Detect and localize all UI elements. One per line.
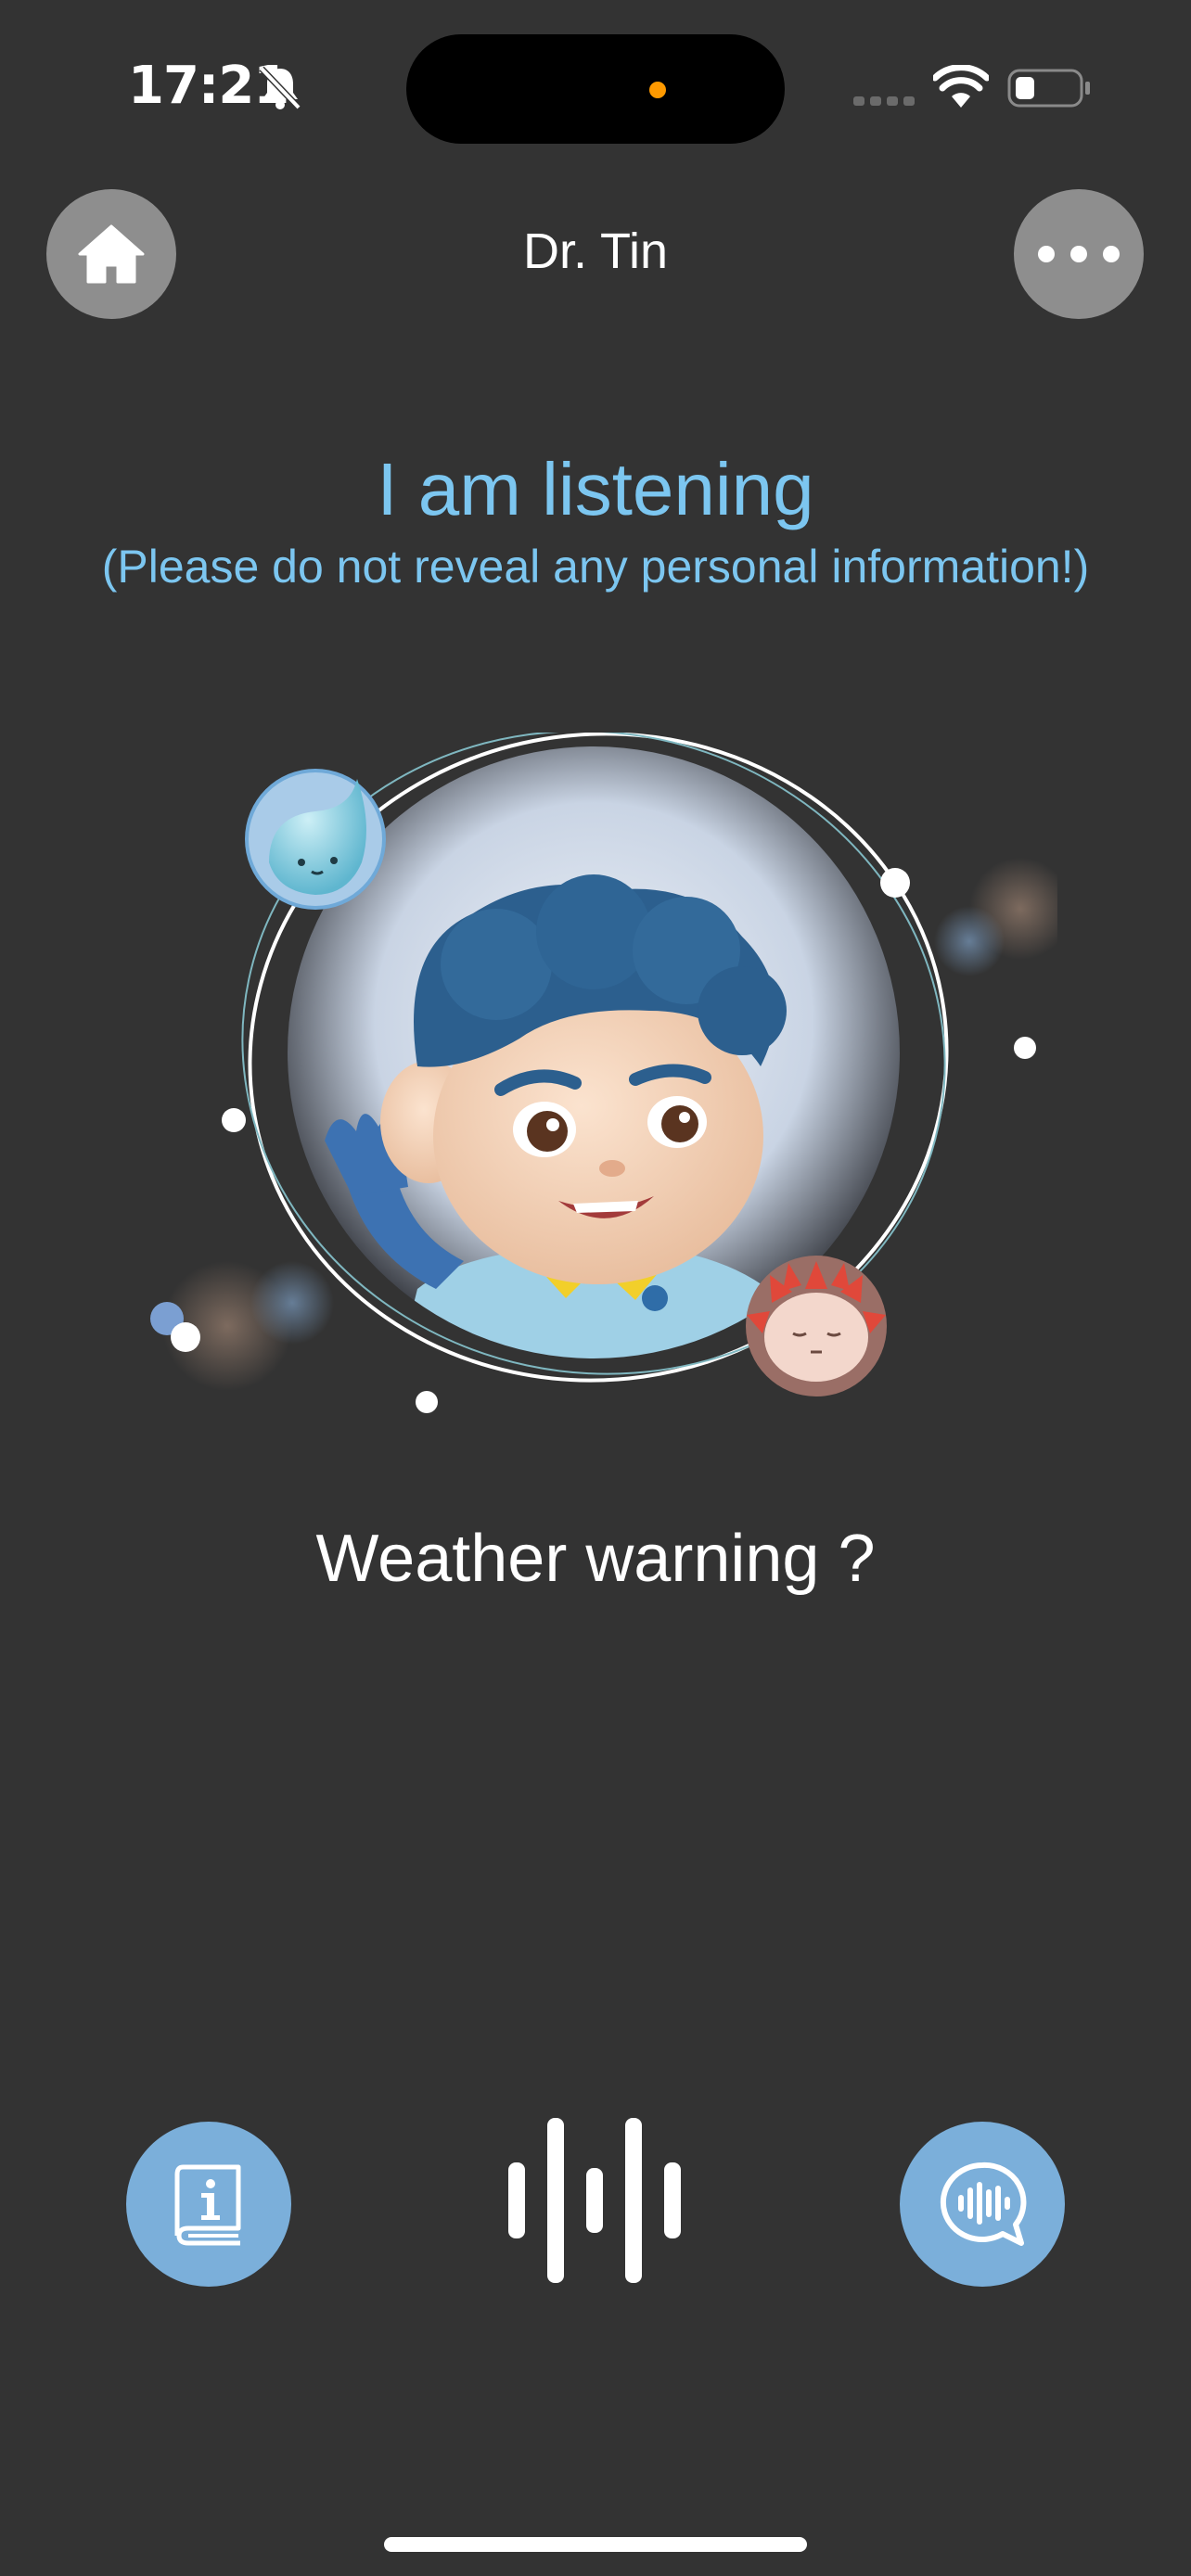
chat-voice-button[interactable] xyxy=(900,2122,1065,2287)
screen: 17:21 Dr. Tin I am listening (Please do … xyxy=(0,0,1191,2576)
book-info-icon xyxy=(174,2164,241,2246)
dynamic-island xyxy=(406,34,785,144)
privacy-indicator-dot xyxy=(649,82,666,98)
more-button[interactable] xyxy=(1014,189,1144,319)
listening-title: I am listening xyxy=(377,448,814,530)
guide-button[interactable] xyxy=(126,2122,291,2287)
home-indicator[interactable] xyxy=(384,2537,807,2552)
battery-icon xyxy=(1007,69,1090,108)
bell-off-icon xyxy=(259,66,301,110)
cellular-signal-icon xyxy=(853,96,915,106)
page-title: Dr. Tin xyxy=(522,223,669,279)
privacy-note: (Please do not reveal any personal infor… xyxy=(101,541,1090,593)
voice-wave-icon[interactable] xyxy=(505,2114,686,2287)
recognized-query: Weather warning ? xyxy=(315,1522,876,1596)
doctor-avatar xyxy=(150,733,1057,1413)
chat-voice-icon xyxy=(940,2162,1027,2246)
more-horizontal-icon xyxy=(1038,246,1120,262)
wifi-icon xyxy=(933,65,989,108)
